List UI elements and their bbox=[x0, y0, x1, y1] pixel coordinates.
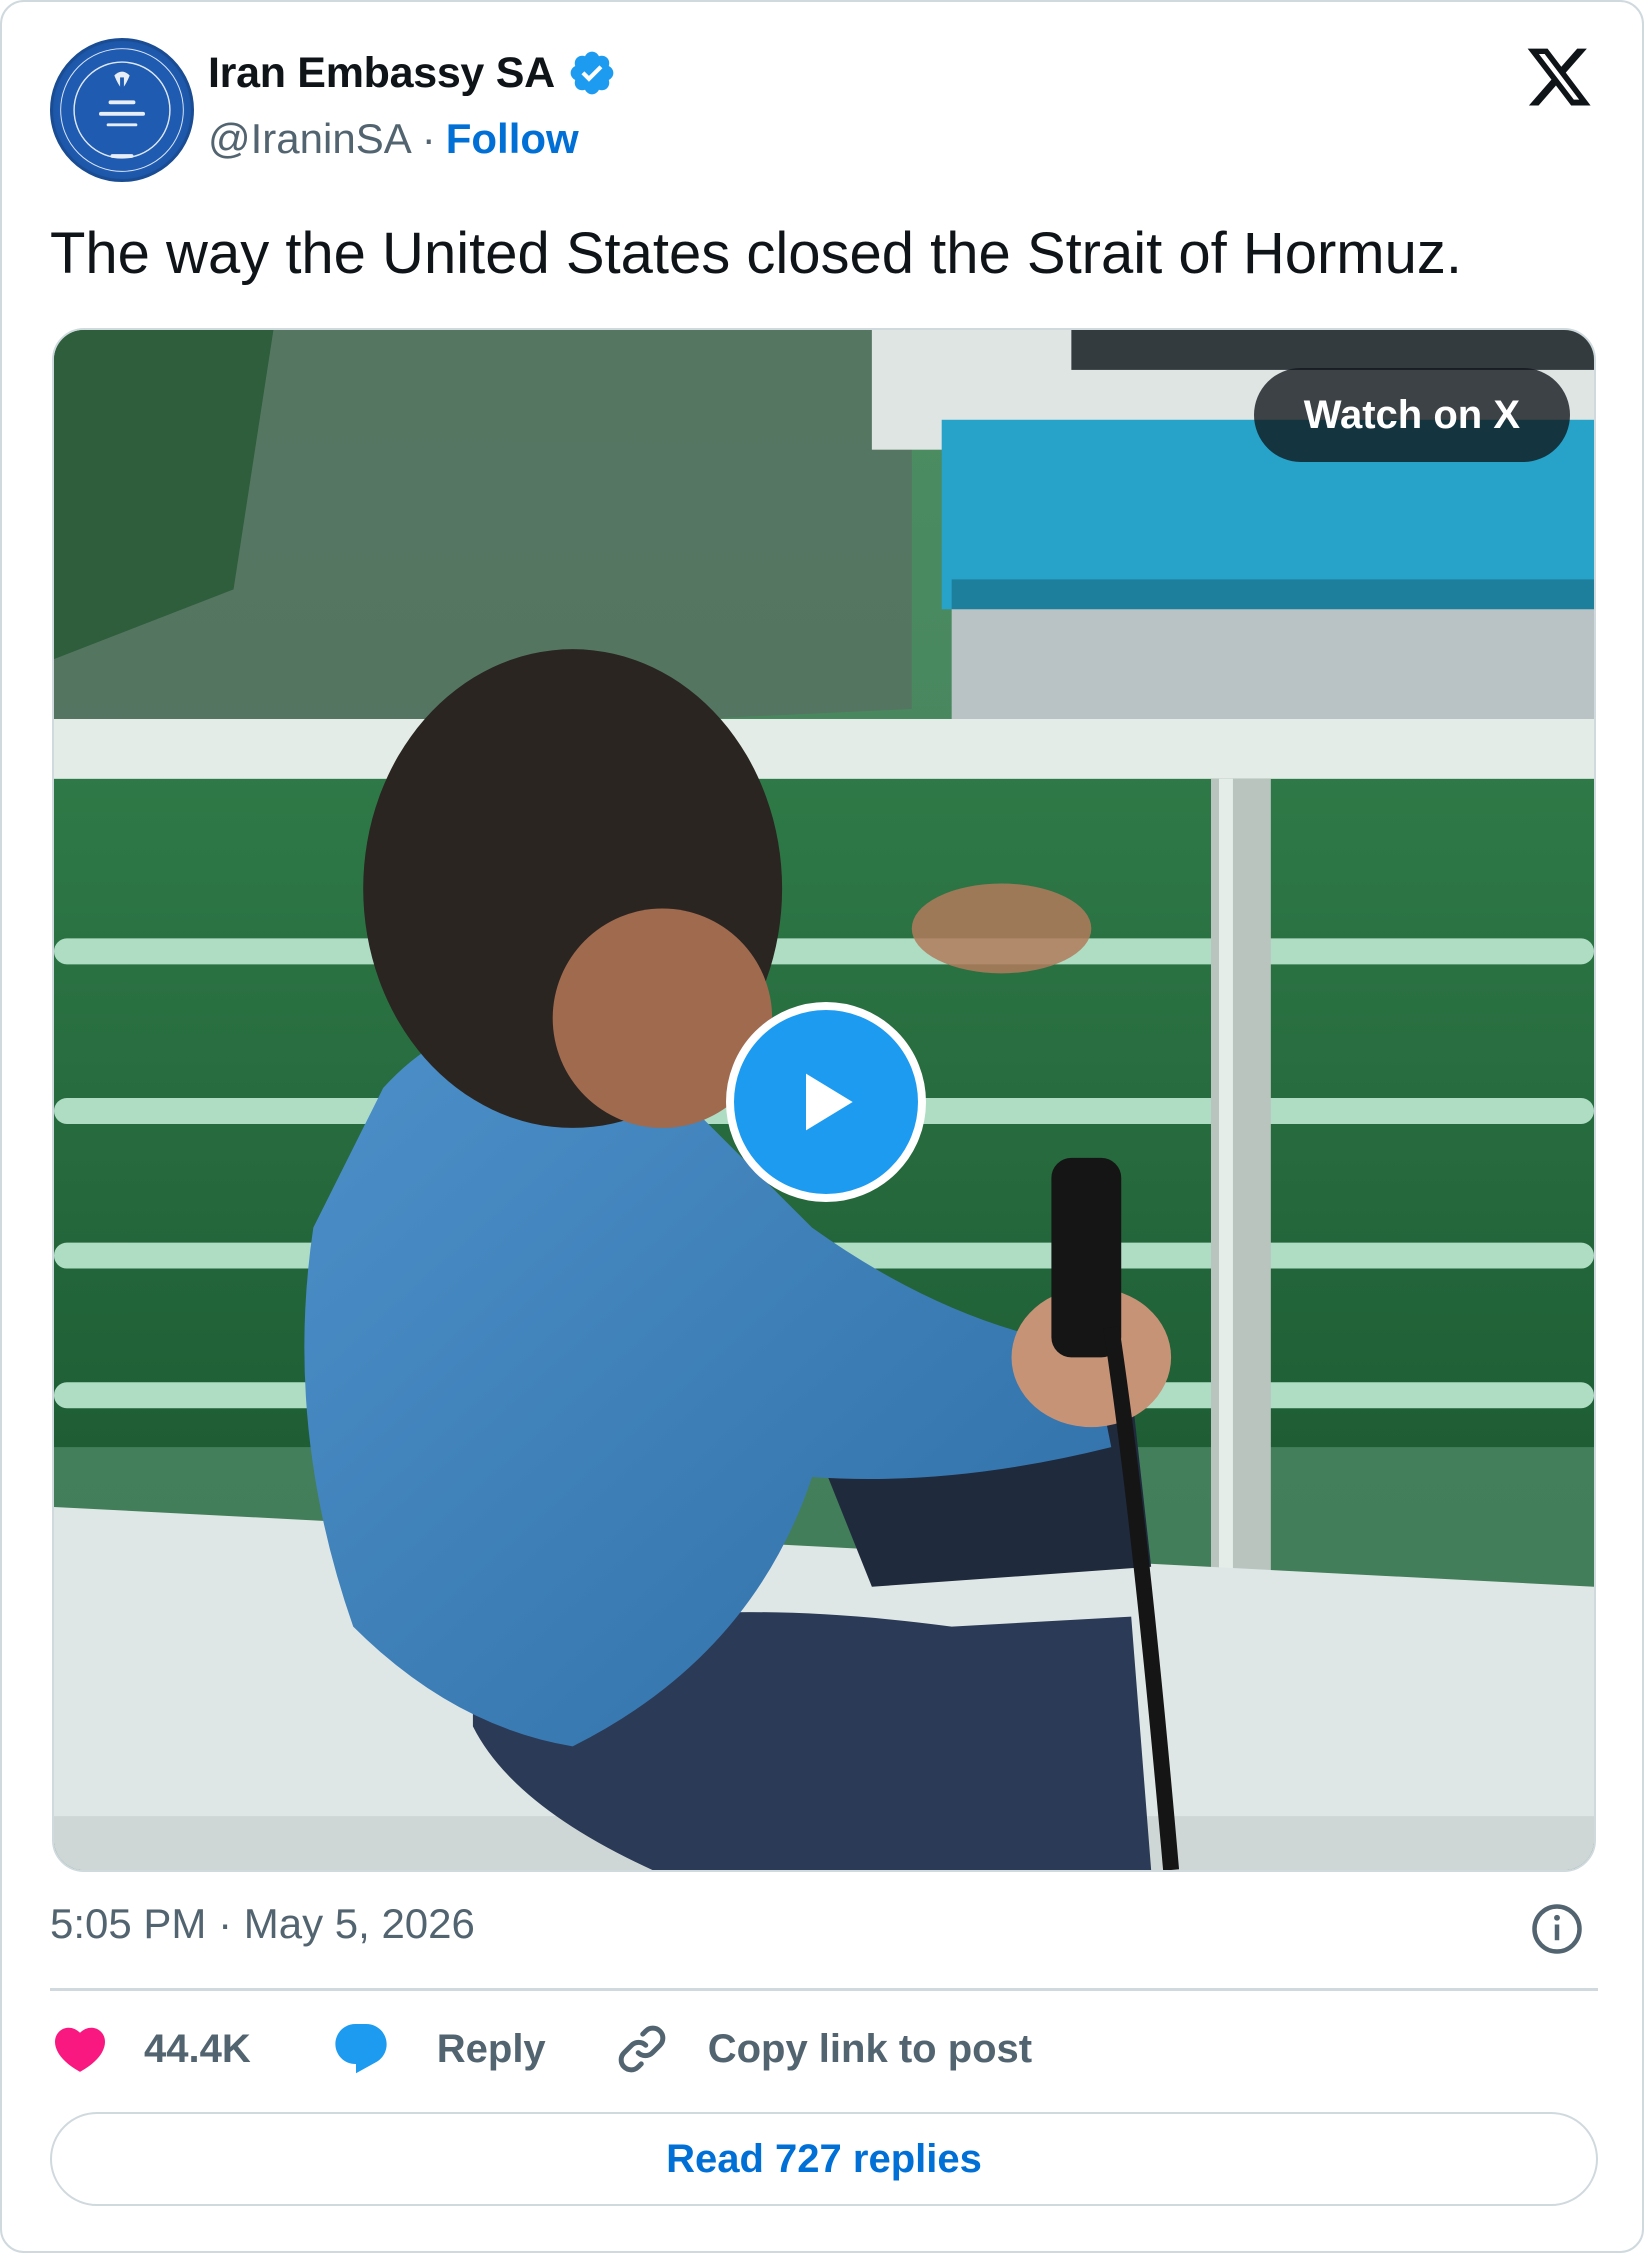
copy-link-label: Copy link to post bbox=[707, 2026, 1033, 2071]
author-display-name[interactable]: Iran Embassy SA bbox=[208, 49, 555, 98]
link-icon bbox=[618, 2025, 665, 2073]
read-replies-button[interactable]: Read 727 replies bbox=[50, 2112, 1598, 2206]
like-button[interactable]: 44.4K bbox=[50, 2019, 251, 2079]
author-handle-row: @IraninSA · Follow bbox=[208, 115, 579, 163]
author-name-row: Iran Embassy SA bbox=[208, 48, 617, 98]
divider bbox=[50, 1988, 1598, 1991]
play-button[interactable] bbox=[726, 1002, 926, 1202]
verified-badge-icon bbox=[570, 51, 614, 95]
action-bar: 44.4K Reply Copy link to post bbox=[50, 2014, 1032, 2084]
reply-label: Reply bbox=[436, 2026, 546, 2071]
follow-button[interactable]: Follow bbox=[446, 115, 579, 163]
author-handle[interactable]: @IraninSA bbox=[208, 115, 412, 163]
heart-icon bbox=[54, 2027, 106, 2072]
handle-separator: · bbox=[421, 115, 436, 162]
reply-button[interactable]: Reply bbox=[331, 2019, 546, 2079]
speech-bubble-icon bbox=[335, 2024, 387, 2074]
copy-link-button[interactable]: Copy link to post bbox=[612, 2019, 1032, 2079]
watch-on-x-button[interactable]: Watch on X bbox=[1253, 368, 1570, 462]
video-media[interactable]: Watch on X bbox=[52, 328, 1596, 1872]
tweet-card: Iran Embassy SA @IraninSA · Follow The w… bbox=[0, 0, 1644, 2253]
info-icon[interactable] bbox=[1530, 1902, 1584, 1956]
like-count: 44.4K bbox=[144, 2026, 251, 2071]
post-timestamp[interactable]: 5:05 PM · May 5, 2026 bbox=[50, 1900, 475, 1948]
play-icon bbox=[806, 1073, 853, 1131]
embassy-seal-icon bbox=[58, 46, 186, 174]
tweet-text: The way the United States closed the Str… bbox=[50, 221, 1462, 286]
x-logo-icon[interactable] bbox=[1524, 42, 1594, 112]
avatar[interactable] bbox=[50, 38, 194, 182]
